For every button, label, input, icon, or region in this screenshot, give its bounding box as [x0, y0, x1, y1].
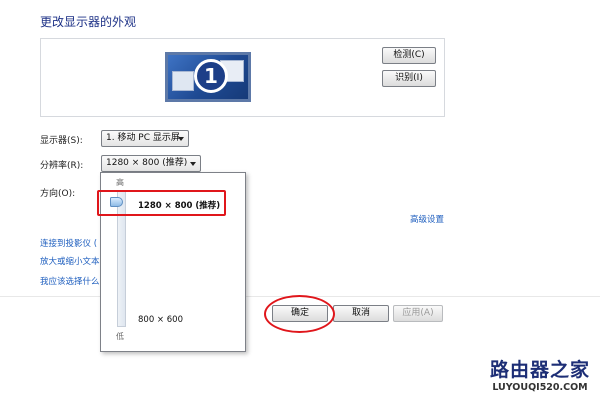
monitor-1-icon[interactable]: 1 [165, 52, 251, 102]
window-thumbnail-icon [172, 71, 194, 91]
monitor-number-badge: 1 [194, 59, 228, 93]
watermark-title: 路由器之家 [489, 359, 590, 381]
orientation-label: 方向(O): [40, 189, 76, 199]
display-select-value: 1. 移动 PC 显示屏 [106, 133, 180, 143]
which-settings-link[interactable]: 我应该选择什么 [40, 275, 100, 287]
watermark-url: LUYOUQI520.COM [492, 382, 588, 393]
resolution-label: 分辨率(R): [40, 161, 84, 171]
detect-button[interactable]: 检测(C) [382, 47, 436, 64]
page-title: 更改显示器的外观 [40, 15, 137, 29]
highlight-circle [264, 295, 335, 333]
slider-high-label: 高 [116, 178, 124, 187]
connect-projector-link[interactable]: 连接到投影仪 ( [40, 237, 97, 249]
zoom-text-link[interactable]: 放大或缩小文本 [40, 255, 100, 267]
resolution-select-value: 1280 × 800 (推荐) [106, 158, 188, 168]
chevron-down-icon [178, 137, 184, 141]
resolution-select[interactable]: 1280 × 800 (推荐) [101, 155, 201, 172]
advanced-settings-link[interactable]: 高级设置 [410, 213, 444, 225]
apply-button[interactable]: 应用(A) [393, 305, 443, 322]
chevron-down-icon [190, 162, 196, 166]
site-watermark: 路由器之家 LUYOUQI520.COM [490, 355, 590, 393]
slider-low-label: 低 [116, 332, 124, 341]
resolution-option-800x600[interactable]: 800 × 600 [138, 315, 183, 325]
highlight-box [97, 190, 226, 216]
identify-button[interactable]: 识别(I) [382, 70, 436, 87]
display-label: 显示器(S): [40, 136, 83, 146]
display-select[interactable]: 1. 移动 PC 显示屏 [101, 130, 189, 147]
cancel-button[interactable]: 取消 [333, 305, 389, 322]
